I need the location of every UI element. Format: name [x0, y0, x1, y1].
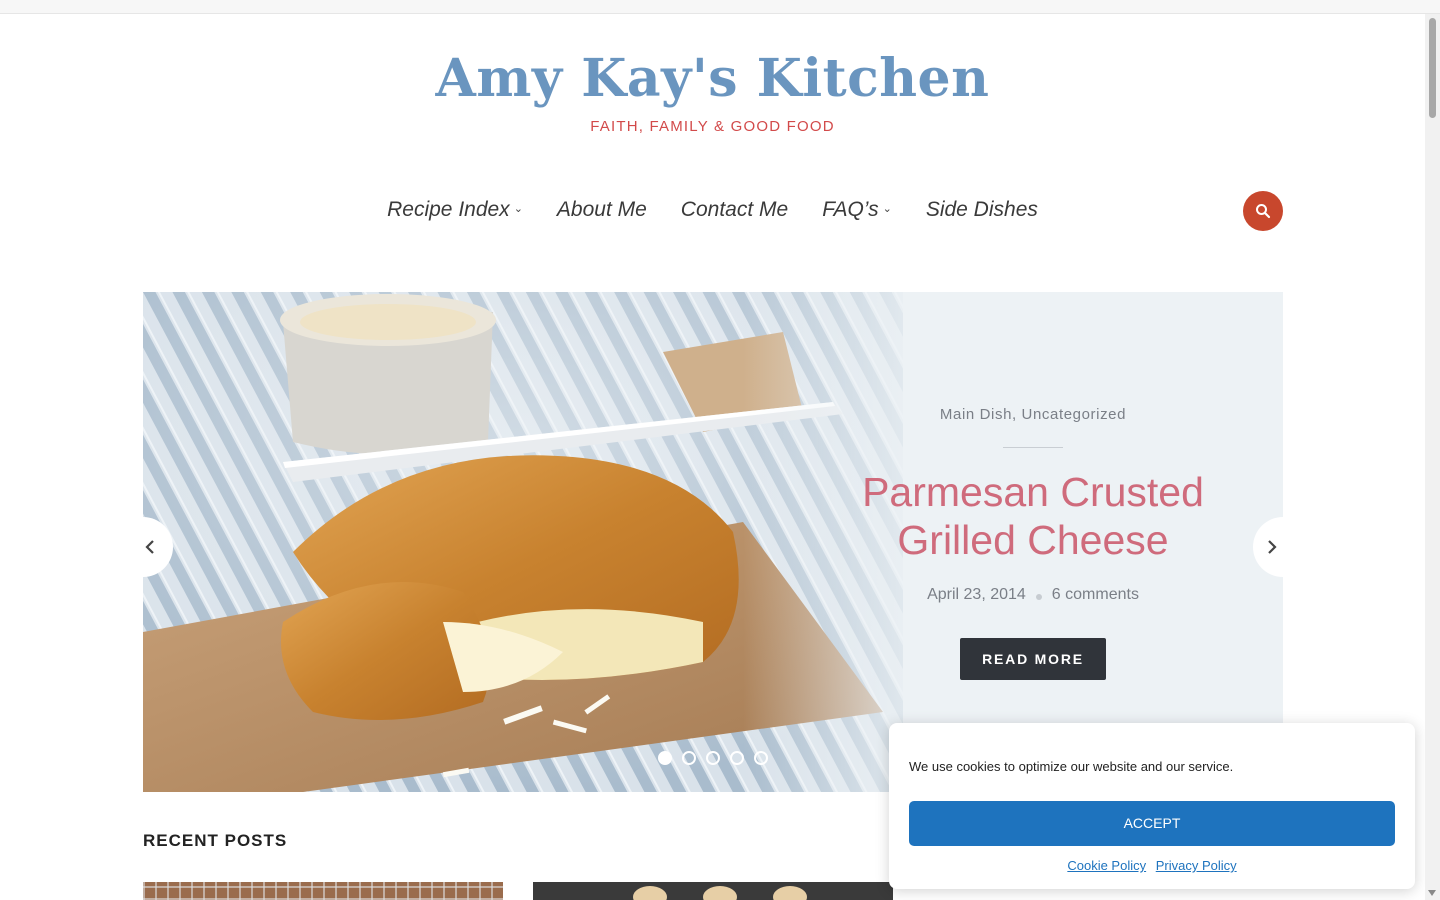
- slider-dot[interactable]: [682, 751, 696, 765]
- post-title-line: Grilled Cheese: [897, 517, 1169, 563]
- chevron-right-icon: [1268, 540, 1277, 554]
- nav-item-label: Contact Me: [680, 198, 789, 221]
- page-scrollbar[interactable]: [1425, 14, 1440, 900]
- site-tagline: FAITH, FAMILY & GOOD FOOD: [590, 118, 835, 135]
- site-title[interactable]: Amy Kay's Kitchen: [0, 48, 1425, 109]
- search-button[interactable]: [1243, 191, 1283, 231]
- browser-top-bar: [0, 0, 1440, 14]
- chevron-left-icon: [145, 540, 154, 554]
- nav-item-recipe-index[interactable]: Recipe Index ⌄: [387, 198, 523, 222]
- slider-next-button[interactable]: [1253, 517, 1283, 577]
- cookie-policy-link[interactable]: Cookie Policy: [1067, 858, 1146, 873]
- slider-dot[interactable]: [730, 751, 744, 765]
- nav-item-label: About Me: [556, 198, 647, 221]
- post-meta: April 23, 2014 6 comments: [833, 586, 1233, 604]
- post-title-line: Parmesan Crusted: [862, 469, 1204, 515]
- post-categories[interactable]: Main Dish, Uncategorized: [833, 406, 1233, 423]
- main-nav: Recipe Index ⌄ About Me Contact Me FAQ’s…: [0, 198, 1425, 222]
- post-title[interactable]: Parmesan Crusted Grilled Cheese: [833, 468, 1233, 564]
- nav-item-label: Recipe Index: [387, 198, 510, 221]
- cookie-consent-banner: We use cookies to optimize our website a…: [889, 723, 1415, 889]
- nav-item-side-dishes[interactable]: Side Dishes: [926, 198, 1038, 222]
- featured-slider: Main Dish, Uncategorized Parmesan Cruste…: [143, 292, 1283, 792]
- recent-posts-heading: RECENT POSTS: [143, 831, 288, 850]
- scrollbar-thumb[interactable]: [1429, 18, 1436, 118]
- cookie-shape: [703, 886, 737, 900]
- slider-dot[interactable]: [754, 751, 768, 765]
- accept-cookies-button[interactable]: ACCEPT: [909, 801, 1395, 846]
- cookie-links: Cookie Policy Privacy Policy: [889, 858, 1415, 873]
- slider-dot[interactable]: [658, 751, 672, 765]
- post-date: April 23, 2014: [927, 586, 1026, 603]
- separator-dot: [1035, 594, 1042, 600]
- nav-item-about-me[interactable]: About Me: [557, 198, 647, 222]
- cookie-message: We use cookies to optimize our website a…: [909, 759, 1234, 774]
- privacy-policy-link[interactable]: Privacy Policy: [1156, 858, 1237, 873]
- search-icon: [1256, 204, 1271, 219]
- cookie-shape: [773, 886, 807, 900]
- cookie-shape: [633, 886, 667, 900]
- slider-pagination: [658, 751, 768, 765]
- nav-item-contact-me[interactable]: Contact Me: [681, 198, 788, 222]
- chevron-down-icon: ⌄: [513, 203, 523, 215]
- recent-post-thumbnail[interactable]: [533, 882, 893, 900]
- nav-item-label: FAQ’s: [822, 198, 879, 221]
- slider-dot[interactable]: [706, 751, 720, 765]
- nav-item-label: Side Dishes: [925, 198, 1038, 221]
- post-comments[interactable]: 6 comments: [1052, 586, 1139, 604]
- recent-post-thumbnail[interactable]: [143, 882, 503, 900]
- chevron-down-icon: ⌄: [882, 203, 892, 215]
- nav-item-faqs[interactable]: FAQ’s ⌄: [822, 198, 892, 222]
- divider: [1003, 447, 1063, 448]
- scroll-down-icon[interactable]: [1428, 890, 1436, 896]
- slide-content: Main Dish, Uncategorized Parmesan Cruste…: [833, 406, 1233, 680]
- read-more-button[interactable]: READ MORE: [960, 638, 1106, 680]
